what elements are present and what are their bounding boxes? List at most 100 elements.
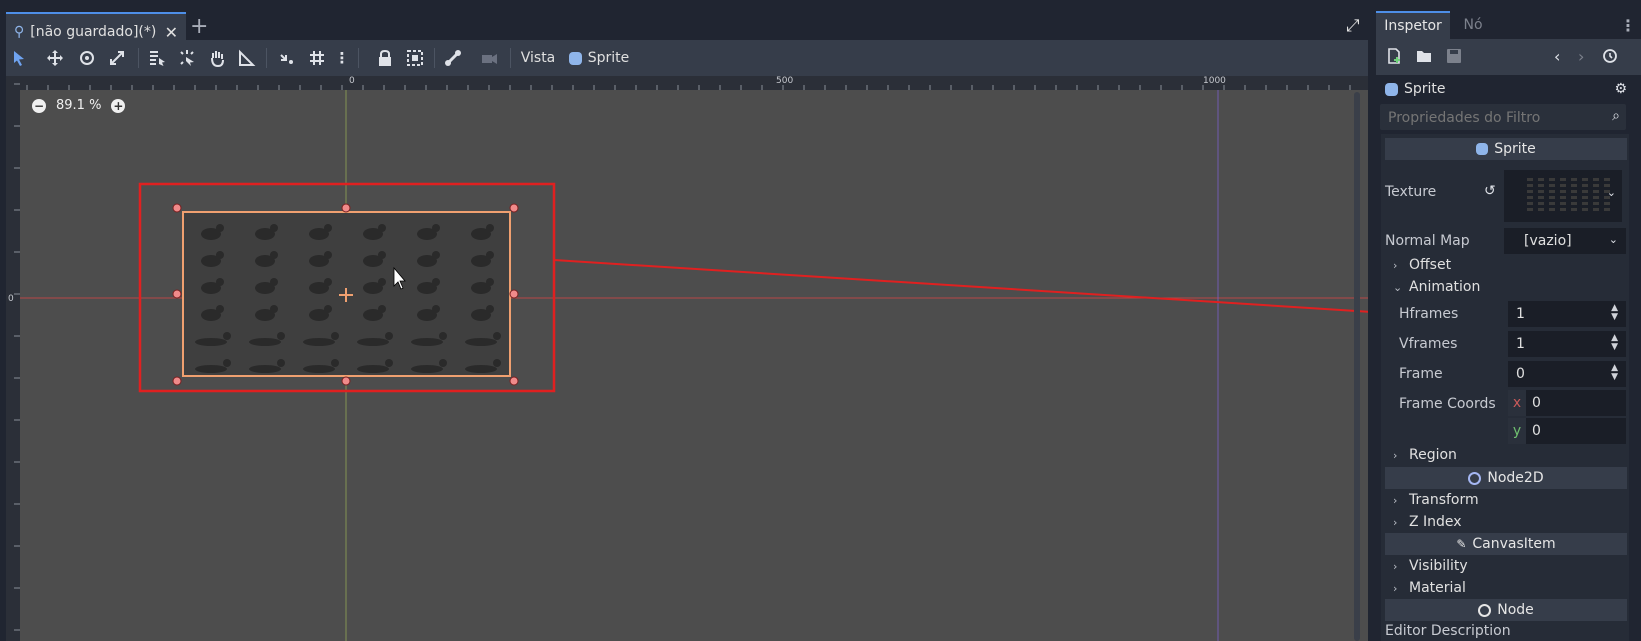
camera-override-icon[interactable]	[476, 40, 502, 76]
chevron-down-icon: ⌄	[1393, 280, 1403, 294]
frame-coords-label: Frame Coords	[1399, 396, 1496, 412]
tab-node-label: Nó	[1463, 17, 1483, 33]
sprite-icon	[568, 51, 582, 65]
chevron-right-icon: ›	[1393, 559, 1398, 573]
group-offset[interactable]: › Offset	[1385, 254, 1635, 276]
tab-inspector[interactable]: Inspetor	[1376, 11, 1450, 39]
group-z-index-label: Z Index	[1409, 514, 1462, 530]
group-material[interactable]: › Material	[1385, 577, 1635, 599]
zoom-in-icon[interactable]: +	[111, 98, 126, 113]
list-select-icon[interactable]	[144, 40, 170, 76]
new-resource-icon[interactable]	[1386, 48, 1402, 68]
normal-map-value: [vazio]	[1524, 233, 1572, 249]
frame-spinbox[interactable]: 0 ▲ ▼	[1508, 361, 1626, 387]
vframes-value: 1	[1516, 336, 1525, 352]
section-node: Node	[1385, 599, 1627, 621]
editor-description-label: Editor Description	[1385, 623, 1511, 639]
history-forward-icon[interactable]: ›	[1578, 47, 1584, 66]
pan-tool-icon[interactable]	[204, 40, 230, 76]
add-scene-tab-icon[interactable]: +	[190, 14, 208, 39]
ruler-tool-icon[interactable]	[234, 40, 260, 76]
group-animation[interactable]: ⌄ Animation	[1385, 276, 1635, 298]
coord-x-label: x	[1508, 390, 1526, 416]
group-animation-label: Animation	[1409, 279, 1481, 295]
view-menu-label: Vista	[520, 50, 556, 66]
close-tab-icon[interactable]: ✕	[165, 23, 178, 42]
vframes-spinbox[interactable]: 1 ▲ ▼	[1508, 331, 1626, 357]
group-material-label: Material	[1409, 580, 1466, 596]
sprite-menu-label: Sprite	[587, 50, 630, 66]
chevron-right-icon: ›	[1393, 515, 1398, 529]
group-region-label: Region	[1409, 447, 1457, 463]
frame-coords-y-field[interactable]: y 0	[1508, 418, 1626, 444]
history-back-icon[interactable]: ‹	[1554, 47, 1560, 66]
frame-label: Frame	[1399, 366, 1443, 382]
property-filter[interactable]: ⌕	[1380, 104, 1626, 132]
view-menu[interactable]: Vista	[518, 40, 558, 76]
object-properties-icon[interactable]: ⚙	[1614, 81, 1627, 97]
section-sprite: Sprite	[1385, 138, 1627, 160]
section-node2d: Node2D	[1385, 467, 1627, 489]
group-transform[interactable]: › Transform	[1385, 489, 1635, 511]
revert-icon[interactable]: ↺	[1484, 183, 1496, 199]
distraction-free-icon[interactable]: ⤢	[1346, 16, 1360, 36]
smart-snap-icon[interactable]	[274, 40, 300, 76]
search-icon: ⌕	[1612, 108, 1620, 124]
scale-tool-icon[interactable]	[104, 40, 130, 76]
annotation-arrow	[553, 259, 1368, 313]
spin-arrows-icon[interactable]: ▲ ▼	[1611, 304, 1618, 322]
move-tool-icon[interactable]	[42, 40, 68, 76]
brush-icon: ✎	[1456, 537, 1467, 551]
filter-input[interactable]	[1380, 104, 1596, 132]
hframes-spinbox[interactable]: 1 ▲ ▼	[1508, 301, 1626, 327]
selected-node-label: Sprite	[1404, 81, 1446, 97]
vframes-label: Vframes	[1399, 336, 1458, 352]
section-canvasitem: ✎ CanvasItem	[1385, 533, 1627, 555]
chevron-right-icon: ›	[1393, 258, 1398, 272]
sprite-icon	[1385, 82, 1398, 96]
texture-picker[interactable]: ⌄	[1504, 170, 1622, 222]
pivot-tool-icon[interactable]	[174, 40, 200, 76]
chevron-right-icon: ›	[1393, 581, 1398, 595]
rotate-tool-icon[interactable]	[74, 40, 100, 76]
group-z-index[interactable]: › Z Index	[1385, 511, 1635, 533]
scene-tab-label: [não guardado](*)	[30, 24, 157, 40]
sprite-menu[interactable]: Sprite	[566, 40, 632, 76]
section-node-label: Node	[1497, 602, 1534, 618]
ruler-horizontal: 0 500 1000	[6, 76, 1368, 90]
select-tool-icon[interactable]	[8, 40, 30, 76]
normal-map-picker[interactable]: [vazio] ⌄	[1504, 228, 1626, 254]
hframes-value: 1	[1516, 306, 1525, 322]
viewport-scrollbar[interactable]	[1354, 92, 1360, 641]
hframes-label: Hframes	[1399, 306, 1459, 322]
group-visibility[interactable]: › Visibility	[1385, 555, 1635, 577]
coord-y-value: 0	[1532, 423, 1541, 439]
tab-node[interactable]: Nó	[1456, 12, 1490, 38]
object-history-icon[interactable]	[1602, 48, 1618, 68]
snap-options-icon[interactable]: ⋮	[334, 40, 350, 76]
open-resource-icon[interactable]	[1416, 48, 1432, 68]
dock-menu-icon[interactable]: ⋮	[1620, 16, 1636, 35]
zoom-out-icon[interactable]: −	[32, 98, 46, 113]
chevron-down-icon: ⌄	[1608, 233, 1618, 246]
zoom-level[interactable]: 89.1 %	[56, 98, 101, 113]
spin-arrows-icon[interactable]: ▲ ▼	[1611, 334, 1618, 352]
grid-snap-icon[interactable]	[304, 40, 330, 76]
frame-value: 0	[1516, 366, 1525, 382]
texture-thumbnail	[1527, 178, 1610, 211]
spin-arrows-icon[interactable]: ▲ ▼	[1611, 364, 1618, 382]
canvas-drawing	[6, 76, 1368, 641]
lock-icon[interactable]	[372, 40, 398, 76]
group-region[interactable]: › Region	[1385, 444, 1635, 466]
editor-description-property: Editor Description	[1385, 621, 1627, 641]
chevron-down-icon: ⌄	[1606, 186, 1616, 199]
ruler-label: 1000	[1203, 76, 1226, 86]
node2d-icon	[1468, 471, 1482, 485]
selected-node-row[interactable]: Sprite ⚙	[1385, 76, 1627, 102]
frame-coords-x-field[interactable]: x 0	[1508, 390, 1626, 416]
canvas-viewport[interactable]	[6, 76, 1368, 641]
group-icon[interactable]	[402, 40, 428, 76]
ruler-label: 0	[349, 76, 355, 86]
save-resource-icon[interactable]	[1446, 48, 1462, 68]
skeleton-bone-icon[interactable]	[440, 40, 466, 76]
